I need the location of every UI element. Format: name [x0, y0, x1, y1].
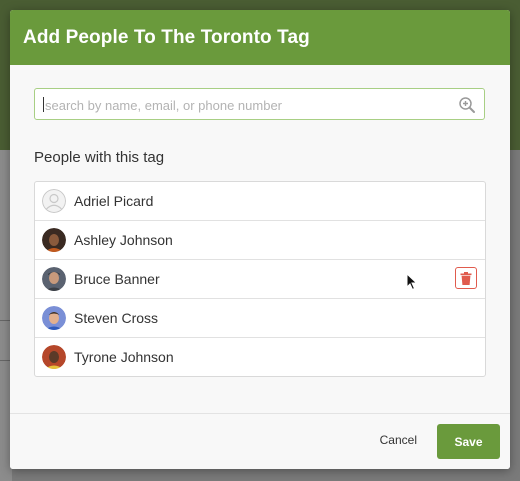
save-button[interactable]: Save [437, 424, 500, 459]
avatar [42, 306, 66, 330]
trash-icon [460, 271, 472, 285]
mouse-cursor-icon [406, 272, 418, 296]
avatar [42, 345, 66, 369]
list-item[interactable]: Steven Cross [35, 298, 485, 337]
text-caret [43, 97, 44, 112]
list-item[interactable]: Adriel Picard [35, 182, 485, 220]
delete-button[interactable] [455, 267, 477, 289]
avatar-placeholder-icon [42, 189, 66, 213]
list-item[interactable]: Ashley Johnson [35, 220, 485, 259]
modal-footer: Cancel Save [10, 413, 510, 469]
people-list: Adriel Picard Ashley Johnson Bruce Banne… [34, 181, 486, 377]
search-field[interactable] [34, 88, 485, 121]
person-name: Adriel Picard [74, 193, 154, 209]
section-title: People with this tag [34, 149, 165, 166]
cancel-button[interactable]: Cancel [380, 433, 417, 447]
search-plus-icon[interactable] [458, 96, 476, 114]
person-name: Ashley Johnson [74, 232, 173, 248]
search-input[interactable] [43, 89, 457, 121]
person-name: Steven Cross [74, 310, 159, 326]
person-name: Bruce Banner [74, 271, 160, 287]
list-item[interactable]: Tyrone Johnson [35, 337, 485, 376]
person-name: Tyrone Johnson [74, 349, 174, 365]
avatar [42, 228, 66, 252]
modal-title: Add People To The Toronto Tag [10, 10, 510, 65]
add-people-modal: Add People To The Toronto Tag People wit… [10, 10, 510, 469]
avatar [42, 267, 66, 291]
